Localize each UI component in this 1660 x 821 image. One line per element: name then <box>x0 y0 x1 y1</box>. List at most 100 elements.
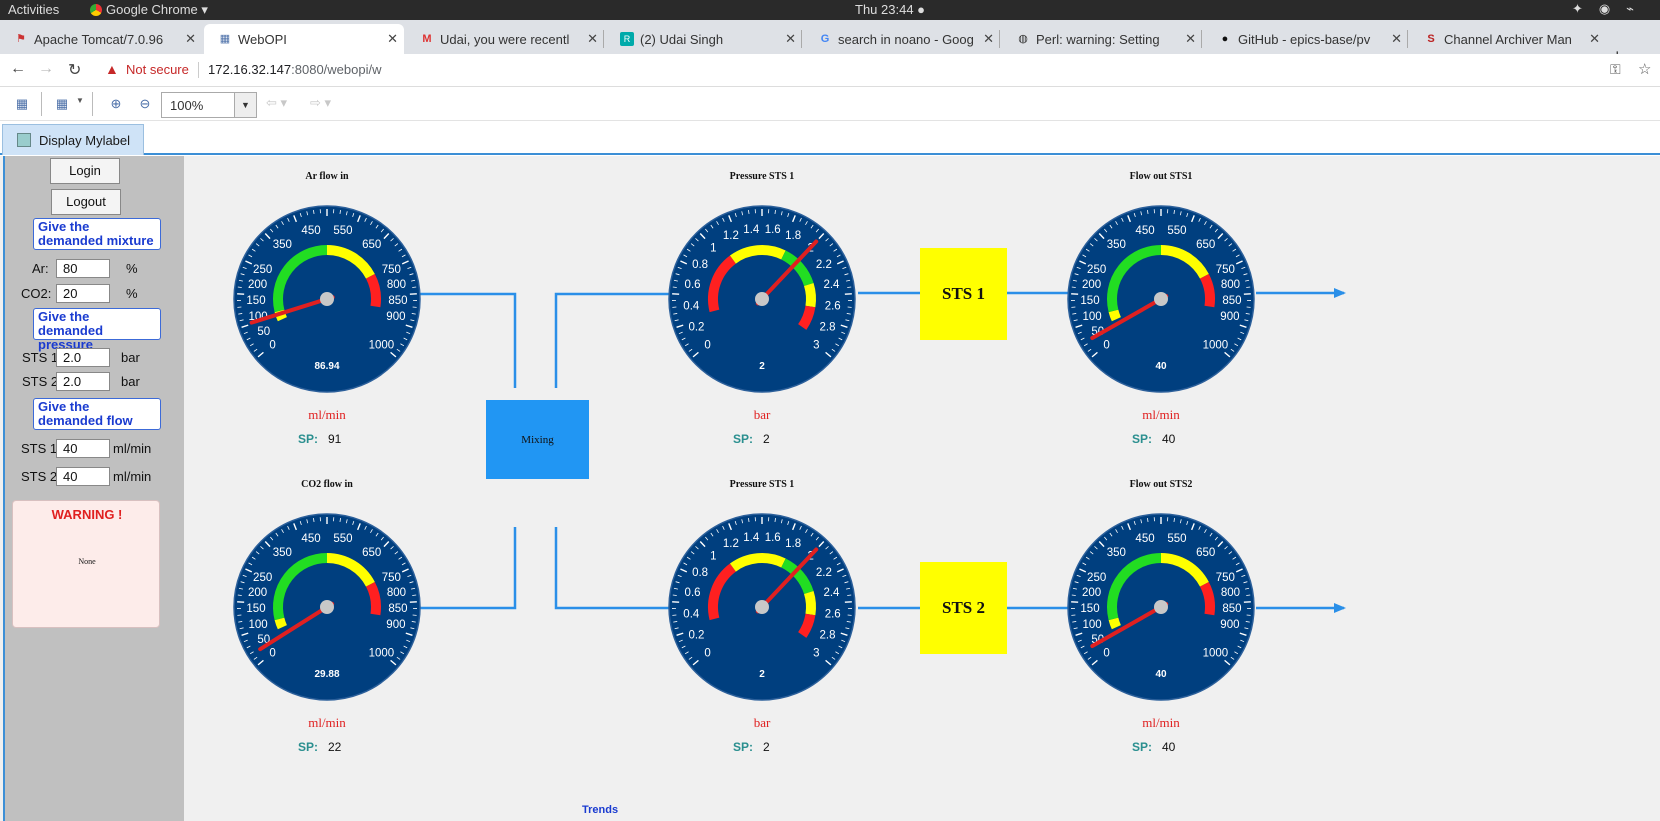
gauge-tick-label: 100 <box>1083 311 1102 323</box>
bookmark-star-icon[interactable]: ☆ <box>1638 60 1651 78</box>
gauge-tick-label: 1000 <box>1203 648 1229 660</box>
gauge-zone <box>803 591 816 616</box>
gauge-zone <box>1199 581 1215 616</box>
gauge-tick-label: 1000 <box>369 340 395 352</box>
gauge-tick-label: 0 <box>269 648 275 660</box>
chevron-down-icon[interactable]: ▼ <box>72 96 88 112</box>
gauge-tick-label: 1 <box>710 550 716 562</box>
tab-channel-archiver[interactable]: S Channel Archiver Man ✕ <box>1410 24 1606 54</box>
app-menu[interactable]: Google Chrome ▾ <box>90 2 208 18</box>
tab-gmail[interactable]: M Udai, you were recentl ✕ <box>406 24 604 54</box>
url-field[interactable]: 172.16.32.147:8080/webopi/w <box>208 62 381 77</box>
display-icon[interactable]: ▦ <box>14 96 30 112</box>
mixing-box: Mixing <box>486 400 589 479</box>
tab-label: WebOPI <box>238 32 287 47</box>
forward-icon[interactable]: → <box>38 60 54 78</box>
close-icon[interactable]: ✕ <box>1391 31 1402 47</box>
back-icon[interactable]: ← <box>10 60 26 78</box>
gauge-hub <box>320 600 334 614</box>
gauge-tick-label: 650 <box>1196 547 1215 559</box>
gauge-tick-label: 2.4 <box>823 587 840 599</box>
gauge-tick-label: 150 <box>1080 295 1099 307</box>
chrome-icon <box>90 4 102 16</box>
tab-webopi[interactable]: ▦ WebOPI ✕ <box>204 24 404 54</box>
clock[interactable]: Thu 23:44 ● <box>855 2 925 17</box>
close-icon[interactable]: ✕ <box>785 31 796 47</box>
gauge-tick-label: 3 <box>813 340 819 352</box>
gauge-tick <box>412 286 417 288</box>
close-icon[interactable]: ✕ <box>1185 31 1196 47</box>
gauge-co2: 050100150200250350450 5506507508008509001… <box>233 513 421 701</box>
divider <box>198 62 199 78</box>
back-nav-icon[interactable]: ⇦ ▾ <box>266 95 287 111</box>
tab-github[interactable]: ● GitHub - epics-base/pv ✕ <box>1204 24 1408 54</box>
gauge-tick-label: 0 <box>269 340 275 352</box>
gauge-tick-label: 0.8 <box>692 259 708 271</box>
close-icon[interactable]: ✕ <box>387 31 398 47</box>
gauge-tick-label: 650 <box>1196 239 1215 251</box>
activities-button[interactable]: Activities <box>8 2 59 17</box>
gauge-title: Pressure STS 1 <box>729 171 795 182</box>
gauge-title: Ar flow in <box>305 171 349 182</box>
gauge-tick-label: 800 <box>1221 279 1240 291</box>
display-tab[interactable]: Display Mylabel <box>2 124 144 155</box>
gauge-tick-label: 0 <box>1103 648 1109 660</box>
gauge-zone <box>1108 617 1121 630</box>
tab-perl[interactable]: ◍ Perl: warning: Setting ✕ <box>1002 24 1202 54</box>
not-secure-label[interactable]: Not secure <box>126 62 189 77</box>
zoom-out-icon[interactable]: ⊖ <box>137 96 153 112</box>
gauge-tick-label: 2.4 <box>823 279 840 291</box>
gauge-tick-label: 1.6 <box>765 224 781 236</box>
gauge-tick-label: 800 <box>1221 587 1240 599</box>
gauge-zone <box>365 273 381 308</box>
zoom-in-icon[interactable]: ⊕ <box>108 96 124 112</box>
gauge-zone <box>1108 309 1121 322</box>
chevron-down-icon[interactable]: ▼ <box>234 93 256 117</box>
setpoint-label: SP: <box>733 432 754 446</box>
close-icon[interactable]: ✕ <box>983 31 994 47</box>
gauge-unit: bar <box>753 715 771 730</box>
gauge-tick-label: 350 <box>273 547 292 559</box>
gauge-tick <box>1246 594 1251 596</box>
warning-icon[interactable]: ▲ <box>105 61 119 77</box>
tab-separator <box>1201 30 1202 48</box>
tab-researchgate[interactable]: R (2) Udai Singh ✕ <box>606 24 802 54</box>
gauge-tick-label: 850 <box>388 295 407 307</box>
system-tray[interactable]: ✦◉⌁ <box>1572 1 1650 17</box>
github-icon: ● <box>1221 33 1229 45</box>
gauge-zone <box>803 283 816 308</box>
gauge-tick-label: 1000 <box>1203 340 1229 352</box>
gauge-tick-label: 150 <box>246 295 265 307</box>
mix-to-p1-pipe <box>554 292 672 388</box>
tab-label: GitHub - epics-base/pv <box>1238 32 1371 47</box>
ar-pipe <box>420 292 517 388</box>
close-icon[interactable]: ✕ <box>1589 31 1600 47</box>
researchgate-icon: R <box>620 32 634 46</box>
gauge-tick-label: 350 <box>1107 239 1126 251</box>
gauge-tick-label: 0.2 <box>688 321 704 333</box>
trends-link[interactable]: Trends <box>582 804 618 816</box>
gauge-tick-label: 850 <box>1222 295 1241 307</box>
url-host: 172.16.32.147 <box>208 62 292 77</box>
close-icon[interactable]: ✕ <box>185 31 196 47</box>
display-tab-label: Display Mylabel <box>39 133 131 148</box>
zoom-select[interactable]: 100% ▼ <box>161 92 257 118</box>
gauge-tick-label: 450 <box>301 225 320 237</box>
forward-nav-icon[interactable]: ⇨ ▾ <box>310 95 331 111</box>
gauge-tick-label: 350 <box>1107 547 1126 559</box>
setpoint-label: SP: <box>1132 432 1153 446</box>
gauge-zone <box>365 581 381 616</box>
gauge-tick-label: 0 <box>704 340 710 352</box>
tab-tomcat[interactable]: ⚑ Apache Tomcat/7.0.96 ✕ <box>0 24 202 54</box>
chart-menu-icon[interactable]: ▦ <box>54 96 70 112</box>
reload-icon[interactable]: ↻ <box>68 60 81 80</box>
close-icon[interactable]: ✕ <box>587 31 598 47</box>
gauge-tick-label: 750 <box>382 572 401 584</box>
key-icon[interactable]: ⚿ <box>1610 61 1621 78</box>
tab-google-search[interactable]: G search in noano - Goog ✕ <box>804 24 1000 54</box>
tomcat-icon: ⚑ <box>16 33 26 45</box>
gauge-tick <box>1071 594 1076 596</box>
display-tab-bar: Display Mylabel <box>0 122 1660 155</box>
toolbar-separator <box>41 92 42 116</box>
gauge-tick-label: 0.4 <box>683 609 700 621</box>
